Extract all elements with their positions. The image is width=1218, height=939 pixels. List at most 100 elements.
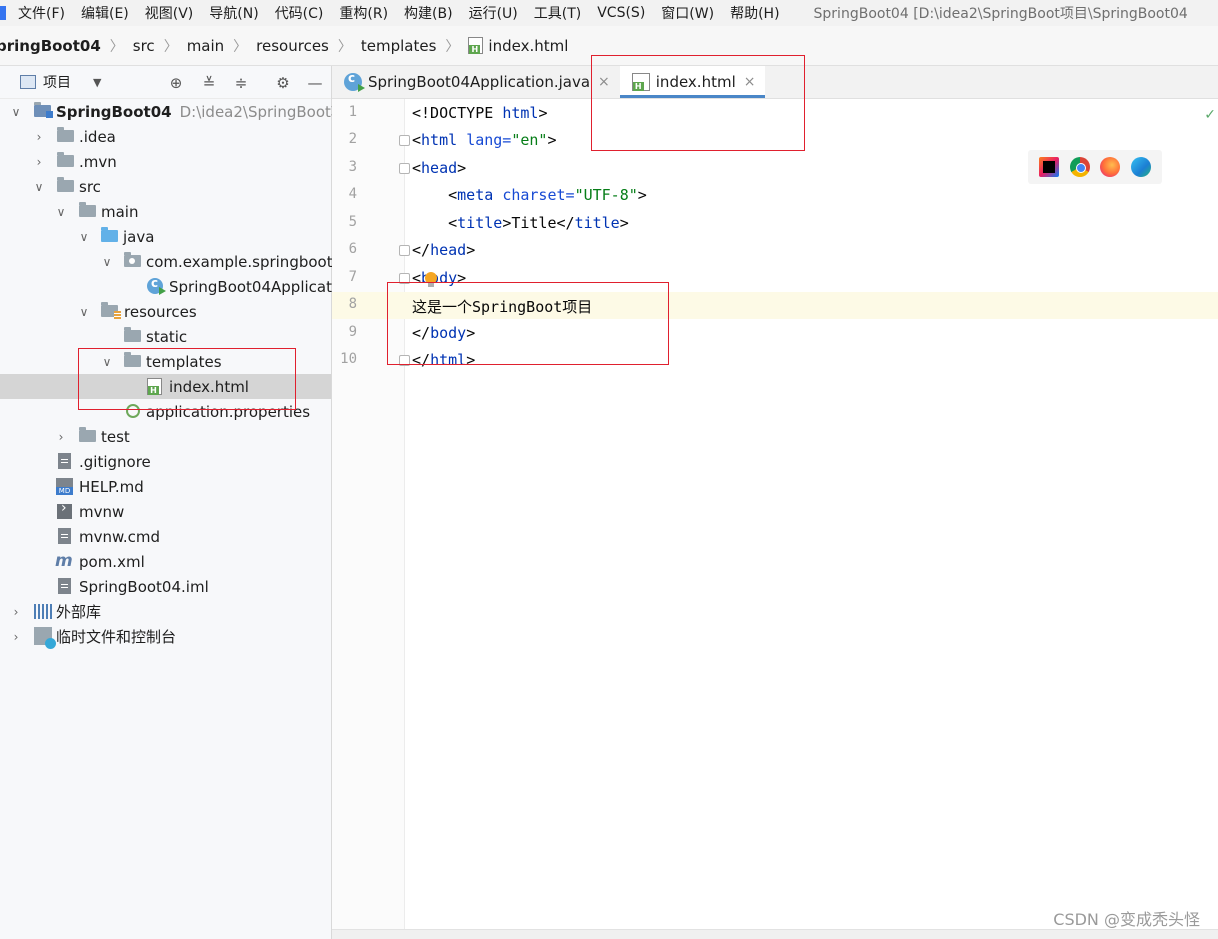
project-panel-title[interactable]: 项目: [43, 72, 71, 92]
breadcrumb-separator-icon: 〉: [109, 38, 124, 55]
chevron-down-icon[interactable]: ∨: [78, 230, 90, 244]
chevron-right-icon[interactable]: ›: [10, 630, 22, 644]
app-logo-icon: [0, 6, 6, 20]
menu-window[interactable]: 窗口(W): [661, 3, 714, 23]
tree-item-pom-xml[interactable]: m pom.xml: [0, 549, 331, 574]
chevron-right-icon[interactable]: ›: [33, 130, 45, 144]
tree-item-label: mvnw.cmd: [79, 527, 161, 546]
menu-run[interactable]: 运行(U): [469, 3, 518, 23]
line-number: 1: [348, 104, 357, 120]
intellij-icon[interactable]: [1039, 157, 1060, 177]
tree-item-package[interactable]: ∨ com.example.springboot: [0, 249, 333, 274]
annotation-box-code: [387, 282, 669, 365]
menu-edit[interactable]: 编辑(E): [81, 3, 129, 23]
chevron-right-icon[interactable]: ›: [33, 155, 45, 169]
spring-class-icon: [147, 276, 166, 295]
annotation-box-tab: [591, 55, 805, 151]
project-panel-header: 项目 ▼ ⊕ ≚ ≑ ⚙ —: [0, 66, 331, 99]
menu-vcs[interactable]: VCS(S): [597, 5, 645, 21]
menu-file[interactable]: 文件(F): [18, 3, 65, 23]
tree-item-label: mvnw: [79, 502, 125, 521]
code-line[interactable]: 6 </head>: [332, 237, 1218, 264]
tab-springboot04-application[interactable]: SpringBoot04Application.java ×: [332, 66, 620, 98]
code-text: </head>: [412, 241, 476, 259]
menu-build[interactable]: 构建(B): [404, 3, 453, 23]
markdown-file-icon: [56, 478, 73, 495]
edge-icon[interactable]: [1130, 157, 1151, 177]
chevron-right-icon[interactable]: ›: [55, 430, 67, 444]
chevron-down-icon[interactable]: ∨: [101, 255, 113, 269]
breadcrumb-separator-icon: 〉: [163, 38, 178, 55]
inspection-ok-icon[interactable]: ✓: [1204, 107, 1216, 123]
fold-marker-icon[interactable]: [399, 245, 410, 256]
window-title: SpringBoot04 [D:\idea2\SpringBoot项目\Spri…: [813, 6, 1188, 22]
gear-icon[interactable]: ⚙: [274, 74, 292, 92]
tree-item-label: .mvn: [79, 152, 117, 171]
tree-item-help-md[interactable]: HELP.md: [0, 474, 331, 499]
menu-view[interactable]: 视图(V): [145, 3, 194, 23]
tree-item-mvnw-cmd[interactable]: mvnw.cmd: [0, 524, 331, 549]
project-panel: 项目 ▼ ⊕ ≚ ≑ ⚙ — ∨ SpringBoot04 D:\idea2\Sp…: [0, 66, 346, 939]
tree-item-main[interactable]: ∨ main: [0, 199, 331, 224]
menu-help[interactable]: 帮助(H): [730, 3, 779, 23]
line-number: 2: [348, 131, 357, 147]
tree-item-label: test: [101, 427, 130, 446]
expand-all-icon[interactable]: ≚: [200, 74, 218, 92]
code-text: <meta charset="UTF-8">: [412, 186, 647, 204]
html-file-icon: [468, 37, 484, 54]
code-text: <!DOCTYPE html>: [412, 104, 547, 122]
tree-item-mvnw[interactable]: mvnw: [0, 499, 331, 524]
tree-item-iml[interactable]: SpringBoot04.iml: [0, 574, 331, 599]
tree-item-test[interactable]: › test: [0, 424, 331, 449]
tree-item-springboot04[interactable]: ∨ SpringBoot04 D:\idea2\SpringBoot项: [0, 99, 346, 124]
code-editor[interactable]: 1 <!DOCTYPE html> 2 <html lang="en"> 3 <…: [332, 99, 1218, 929]
chevron-down-icon[interactable]: ∨: [78, 305, 90, 319]
tree-item-label: HELP.md: [79, 477, 144, 496]
chrome-icon[interactable]: [1069, 157, 1090, 177]
code-token: >: [538, 104, 548, 122]
tree-item-scratches[interactable]: › 临时文件和控制台: [0, 624, 331, 649]
tree-item-label: .idea: [79, 127, 116, 146]
firefox-icon[interactable]: [1100, 157, 1121, 177]
maven-file-icon: m: [55, 551, 73, 571]
breadcrumb-resources[interactable]: resources: [256, 37, 329, 55]
resources-folder-icon: [101, 302, 121, 319]
tree-item-resources[interactable]: ∨ resources: [0, 299, 331, 324]
tree-item-label: SpringBoot04.iml: [79, 577, 209, 596]
fold-marker-icon[interactable]: [399, 135, 410, 146]
chevron-down-icon[interactable]: ∨: [55, 205, 67, 219]
tree-item-application-class[interactable]: SpringBoot04Applicat: [0, 274, 332, 299]
tree-item-mvn[interactable]: › .mvn: [0, 149, 331, 174]
line-number: 4: [348, 186, 357, 202]
code-line[interactable]: 5 <title>Title</title>: [332, 210, 1218, 237]
collapse-all-icon[interactable]: ≑: [232, 74, 250, 92]
line-number: 10: [340, 351, 357, 367]
source-folder-icon: [101, 227, 118, 242]
line-number: 6: [348, 241, 357, 257]
menu-navigate[interactable]: 导航(N): [209, 3, 258, 23]
code-line[interactable]: 4 <meta charset="UTF-8">: [332, 182, 1218, 209]
tree-item-gitignore[interactable]: .gitignore: [0, 449, 331, 474]
chevron-down-icon[interactable]: ▼: [93, 76, 101, 89]
tree-item-static[interactable]: static: [0, 324, 331, 349]
breadcrumb-main[interactable]: main: [187, 37, 224, 55]
locate-icon[interactable]: ⊕: [167, 74, 185, 92]
horizontal-scrollbar[interactable]: [332, 929, 1218, 939]
hide-panel-icon[interactable]: —: [306, 74, 324, 92]
tree-item-label: SpringBoot04 D:\idea2\SpringBoot项: [56, 103, 346, 121]
tree-item-java[interactable]: ∨ java: [0, 224, 331, 249]
tree-item-external-libraries[interactable]: › 外部库: [0, 599, 331, 624]
breadcrumb-file[interactable]: index.html: [488, 37, 568, 55]
chevron-down-icon[interactable]: ∨: [33, 180, 45, 194]
breadcrumb-src[interactable]: src: [133, 37, 155, 55]
fold-marker-icon[interactable]: [399, 163, 410, 174]
breadcrumb-templates[interactable]: templates: [361, 37, 437, 55]
menu-refactor[interactable]: 重构(R): [339, 3, 388, 23]
menu-code[interactable]: 代码(C): [275, 3, 324, 23]
chevron-right-icon[interactable]: ›: [10, 605, 22, 619]
tree-item-src[interactable]: ∨ src: [0, 174, 331, 199]
breadcrumb-project[interactable]: pringBoot04: [0, 37, 101, 55]
menu-tools[interactable]: 工具(T): [534, 3, 581, 23]
tree-item-idea[interactable]: › .idea: [0, 124, 331, 149]
chevron-down-icon[interactable]: ∨: [10, 105, 22, 119]
